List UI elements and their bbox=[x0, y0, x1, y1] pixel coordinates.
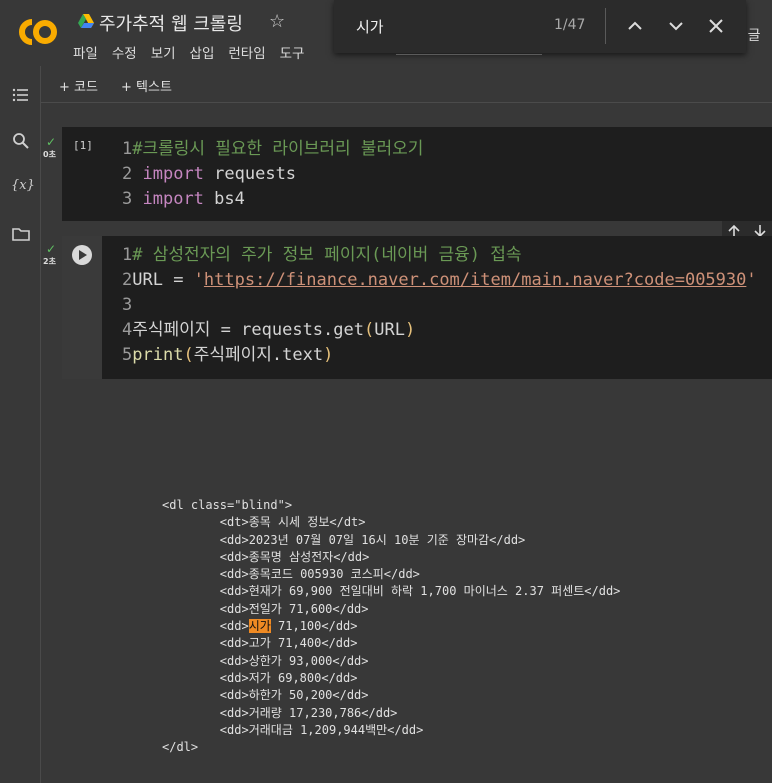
menu-edit[interactable]: 수정 bbox=[112, 46, 137, 62]
code-line: 1#크롤링시 필요한 라이브러리 불러오기 bbox=[122, 139, 424, 159]
code-cell-2[interactable]: 1# 삼성전자의 주가 정보 페이지(네이버 금융) 접속 2URL = 'htt… bbox=[62, 236, 772, 379]
code-editor[interactable]: 1#크롤링시 필요한 라이브러리 불러오기 2 import requests 3 … bbox=[122, 137, 423, 212]
find-bar: 시가 1/47 bbox=[334, 0, 746, 53]
code-line: 3 bbox=[122, 295, 133, 315]
find-match-count: 1/47 bbox=[554, 17, 586, 33]
run-cell-icon[interactable] bbox=[72, 245, 92, 265]
add-text-button[interactable]: + 텍스트 bbox=[121, 76, 172, 95]
code-line: 2URL = 'https://finance.naver.com/item/m… bbox=[122, 270, 757, 290]
output-line: <dd>종목명 삼성전자</dd> bbox=[162, 549, 370, 564]
output-line: <dl class="blind"> bbox=[162, 498, 293, 512]
code-editor[interactable]: 1# 삼성전자의 주가 정보 페이지(네이버 금융) 접속 2URL = 'htt… bbox=[122, 243, 757, 368]
star-icon[interactable]: ☆ bbox=[269, 11, 285, 32]
find-input[interactable]: 시가 bbox=[356, 16, 384, 37]
menu-view[interactable]: 보기 bbox=[151, 46, 176, 62]
code-line: 4주식페이지 = requests.get(URL) bbox=[122, 320, 416, 340]
output-line: <dd>시가 71,100</dd> bbox=[162, 619, 358, 634]
last-edit-link-underline[interactable] bbox=[396, 54, 542, 55]
add-code-button[interactable]: + 코드 bbox=[59, 76, 98, 95]
exec-success-icon: ✓ bbox=[46, 135, 57, 149]
code-line: 1# 삼성전자의 주가 정보 페이지(네이버 금융) 접속 bbox=[122, 245, 522, 265]
exec-time: 2초 bbox=[43, 257, 56, 266]
output-line: <dd>상한가 93,000</dd> bbox=[162, 653, 369, 668]
search-icon[interactable] bbox=[10, 130, 32, 152]
output-line: <dd>거래대금 1,209,944백만</dd> bbox=[162, 722, 424, 737]
code-line: 3 import bs4 bbox=[122, 189, 245, 209]
notebook-title[interactable]: 주가추적 웹 크롤링 bbox=[99, 10, 243, 36]
cell-gutter: [1] bbox=[62, 127, 102, 221]
close-icon[interactable] bbox=[702, 12, 730, 40]
colab-logo[interactable] bbox=[12, 14, 62, 50]
output-line: <dt>종목 시세 정보</dt> bbox=[162, 515, 366, 530]
code-cell-1[interactable]: [1] 1#크롤링시 필요한 라이브러리 불러오기 2 import reques… bbox=[62, 127, 772, 221]
output-line: <dd>2023년 07월 07일 16시 10분 기준 장마감</dd> bbox=[162, 532, 526, 547]
output-line: <dd>거래량 17,230,786</dd> bbox=[162, 705, 398, 720]
search-highlight: 시가 bbox=[248, 619, 271, 634]
code-line: 5print(주식페이지.text) bbox=[122, 345, 334, 365]
menu-file[interactable]: 파일 bbox=[73, 46, 98, 62]
variables-icon[interactable]: {x} bbox=[11, 178, 35, 193]
exec-success-icon: ✓ bbox=[46, 242, 57, 256]
notebook-toolbar: + 코드 + 텍스트 bbox=[41, 66, 772, 103]
chevron-down-icon[interactable] bbox=[662, 12, 690, 40]
output-line: <dd>현재가 69,900 전일대비 하락 1,700 마이너스 2.37 퍼… bbox=[162, 584, 621, 599]
output-line: <dd>하한가 50,200</dd> bbox=[162, 688, 369, 703]
menu-tools[interactable]: 도구 bbox=[280, 46, 305, 62]
left-sidebar: {x} bbox=[0, 66, 41, 783]
exec-count: [1] bbox=[73, 139, 93, 152]
code-line: 2 import requests bbox=[122, 164, 297, 184]
exec-time: 0초 bbox=[43, 150, 56, 159]
cell-output: <dl class="blind"> <dt>종목 시세 정보</dt> <dd… bbox=[62, 379, 772, 783]
menu-runtime[interactable]: 런타임 bbox=[228, 46, 265, 62]
google-drive-icon[interactable] bbox=[78, 14, 94, 28]
output-line: <dd>종목코드 005930 코스피</dd> bbox=[162, 567, 420, 582]
folder-icon[interactable] bbox=[10, 223, 32, 245]
output-line: <dd>전일가 71,600</dd> bbox=[162, 601, 369, 616]
find-divider bbox=[605, 8, 606, 44]
output-line: <dd>저가 69,800</dd> bbox=[162, 670, 358, 685]
output-text: <dl class="blind"> <dt>종목 시세 정보</dt> <dd… bbox=[162, 497, 620, 756]
chevron-up-icon[interactable] bbox=[621, 12, 649, 40]
output-line: <dd>고가 71,400</dd> bbox=[162, 636, 358, 651]
table-of-contents-icon[interactable] bbox=[10, 84, 32, 106]
output-line: </dl> bbox=[162, 740, 199, 755]
menu-insert[interactable]: 삽입 bbox=[190, 46, 215, 62]
cell-gutter bbox=[62, 236, 102, 379]
url-link[interactable]: https://finance.naver.com/item/main.nave… bbox=[204, 270, 746, 290]
menu-bar: 파일 수정 보기 삽입 런타임 도구 bbox=[73, 42, 318, 62]
